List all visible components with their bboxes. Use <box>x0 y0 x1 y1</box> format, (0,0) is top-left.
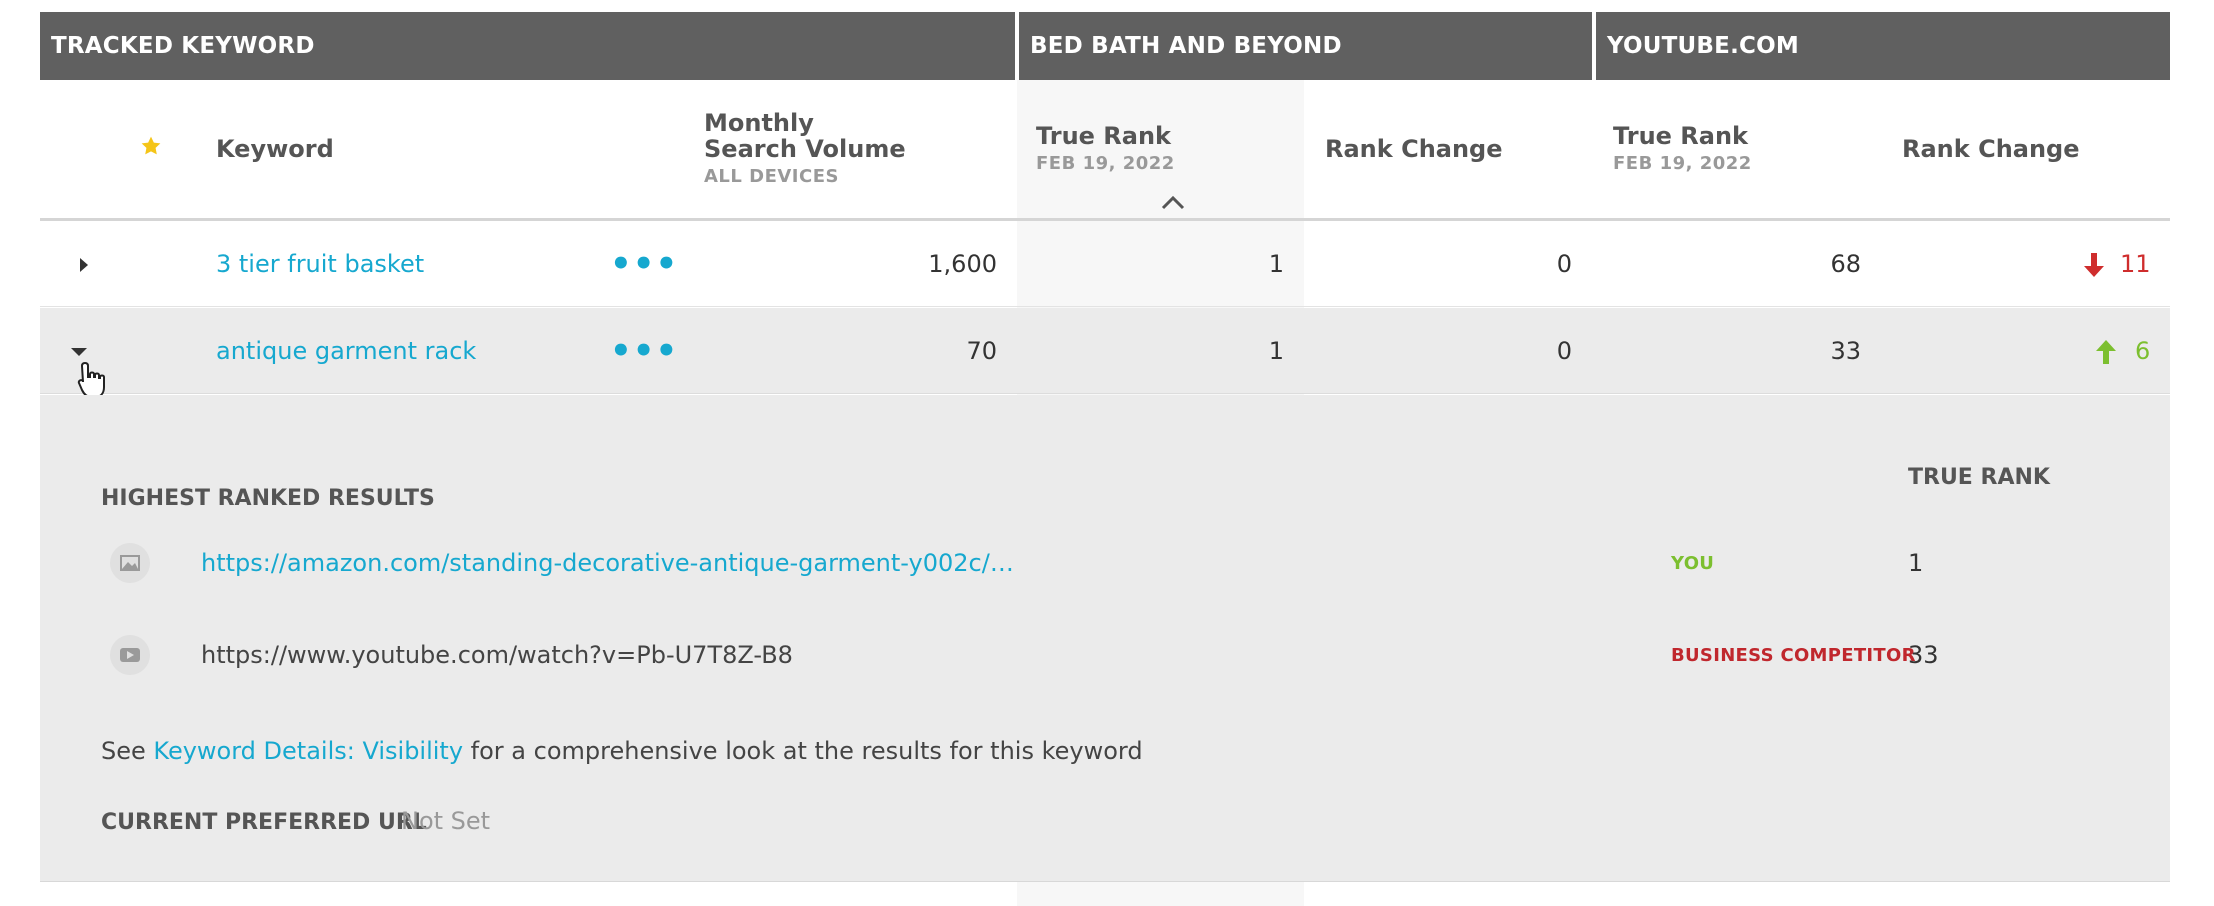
business-competitor-badge: BUSINESS COMPETITOR <box>1671 645 1916 666</box>
result-true-rank-value: 1 <box>1908 549 1924 577</box>
group-header-tracked-keyword: TRACKED KEYWORD <box>40 12 1015 80</box>
true-rank-results-header: TRUE RANK <box>1908 465 2050 490</box>
keyword-column-header[interactable]: Keyword <box>216 136 334 162</box>
true-rank-value-site2: 68 <box>1830 250 1861 278</box>
rank-change-value-site2: 11 <box>2120 250 2151 278</box>
more-options-icon[interactable]: ••• <box>610 308 678 394</box>
hand-cursor-icon <box>76 360 108 400</box>
rank-change-up-arrow-icon <box>2093 308 2119 394</box>
search-volume-value: 1,600 <box>928 250 997 278</box>
true-rank-value-site1: 1 <box>1268 250 1284 278</box>
search-volume-line2: Search Volume <box>704 135 906 163</box>
current-preferred-url-label: CURRENT PREFERRED URL <box>101 810 427 835</box>
group-header-bed-bath-beyond: BED BATH AND BEYOND <box>1019 12 1592 80</box>
true-rank-value-site1: 1 <box>1268 337 1284 365</box>
keyword-link[interactable]: antique garment rack <box>216 308 476 394</box>
keyword-detail-panel: HIGHEST RANKED RESULTS TRUE RANK https:/… <box>40 395 2170 882</box>
search-volume-column-header[interactable]: Monthly Search Volume ALL DEVICES <box>704 110 906 190</box>
search-volume-devices: ALL DEVICES <box>704 166 839 187</box>
rank-change-down-arrow-icon <box>2081 221 2107 307</box>
favorite-star-icon[interactable] <box>140 135 162 157</box>
search-volume-value: 70 <box>966 337 997 365</box>
group-header-youtube: YOUTUBE.COM <box>1596 12 2170 80</box>
highest-ranked-results-heading: HIGHEST RANKED RESULTS <box>101 486 435 511</box>
table-row-expanded: antique garment rack ••• 70 1 0 33 6 <box>40 308 2170 394</box>
true-rank-value-site2: 33 <box>1830 337 1861 365</box>
rank-change-value-site1: 0 <box>1556 250 1572 278</box>
result-url-text: https://www.youtube.com/watch?v=Pb-U7T8Z… <box>201 641 793 669</box>
rank-change-column-header-site2[interactable]: Rank Change <box>1902 136 2080 162</box>
see-prefix: See <box>101 737 154 765</box>
true-rank-date: FEB 19, 2022 <box>1613 153 1752 174</box>
search-volume-line1: Monthly <box>704 109 814 137</box>
true-rank-date: FEB 19, 2022 <box>1036 153 1175 174</box>
table-row: 3 tier fruit basket ••• 1,600 1 0 68 11 <box>40 221 2170 307</box>
see-details-sentence: See Keyword Details: Visibility for a co… <box>101 737 1143 765</box>
true-rank-label: True Rank <box>1613 122 1749 150</box>
result-true-rank-value: 33 <box>1908 641 1939 669</box>
true-rank-label: True Rank <box>1036 122 1172 150</box>
see-suffix: for a comprehensive look at the results … <box>463 737 1143 765</box>
image-icon <box>110 543 150 583</box>
rank-change-column-header-site1[interactable]: Rank Change <box>1325 136 1503 162</box>
more-options-icon[interactable]: ••• <box>610 221 678 307</box>
true-rank-column-header-site2[interactable]: True Rank FEB 19, 2022 <box>1613 123 1752 177</box>
rank-change-value-site1: 0 <box>1556 337 1572 365</box>
sorted-column-footer <box>1017 882 1304 906</box>
result-url-link[interactable]: https://amazon.com/standing-decorative-a… <box>201 549 1014 577</box>
you-badge: YOU <box>1671 553 1715 574</box>
rank-change-value-site2: 6 <box>2135 337 2151 365</box>
keyword-details-visibility-link[interactable]: Keyword Details: Visibility <box>153 737 463 765</box>
keyword-link[interactable]: 3 tier fruit basket <box>216 221 424 307</box>
current-preferred-url-value[interactable]: Not Set <box>401 807 490 835</box>
expand-caret-right-icon[interactable] <box>78 221 98 307</box>
sort-ascending-chevron-icon[interactable] <box>1160 194 1186 210</box>
video-icon <box>110 635 150 675</box>
true-rank-column-header-site1[interactable]: True Rank FEB 19, 2022 <box>1036 123 1175 177</box>
